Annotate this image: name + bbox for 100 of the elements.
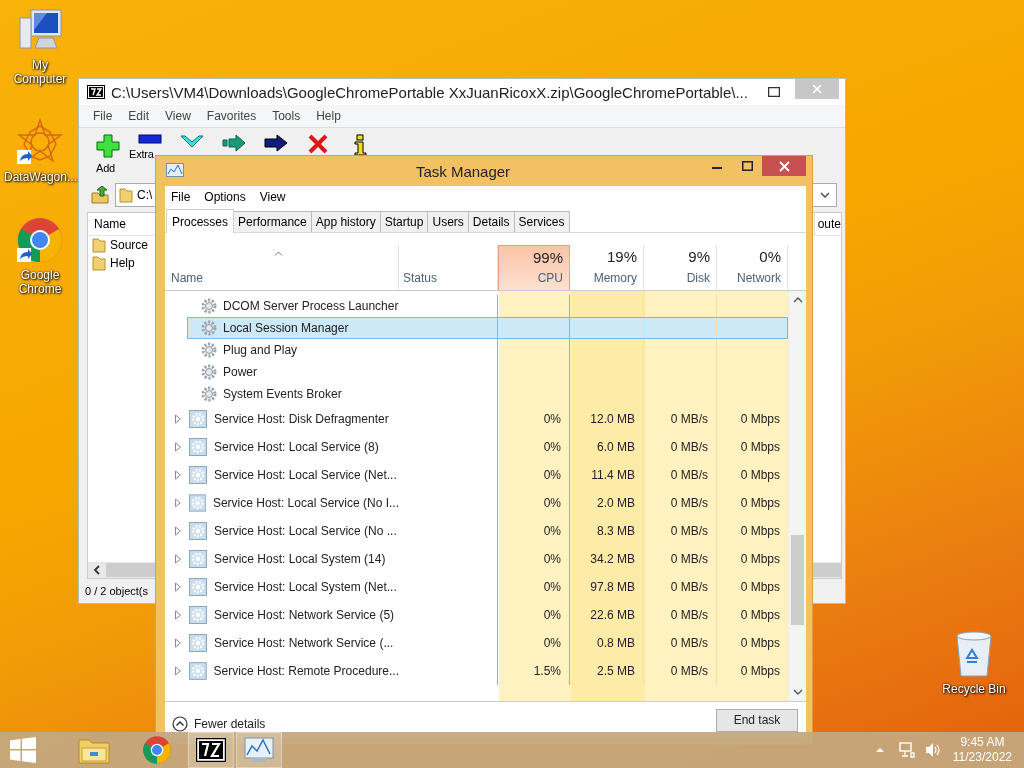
- up-folder-icon[interactable]: [91, 186, 109, 204]
- tab[interactable]: Services: [513, 211, 570, 232]
- gear-icon: [189, 466, 207, 484]
- file-explorer-icon[interactable]: [78, 736, 110, 764]
- expand-arrow-icon[interactable]: [174, 498, 182, 508]
- process-row[interactable]: Service Host: Local System (Net... 0% 97.8 MB 0 MB/s 0 Mbps: [165, 573, 788, 601]
- end-task-button[interactable]: End task: [716, 708, 798, 732]
- expand-arrow-icon[interactable]: [174, 442, 182, 452]
- expand-arrow-icon[interactable]: [174, 414, 182, 424]
- speaker-icon[interactable]: [924, 742, 941, 758]
- menu-item[interactable]: Tools: [272, 109, 301, 123]
- metric-value: 0 MB/s: [670, 440, 708, 454]
- plus-icon[interactable]: [96, 134, 120, 158]
- tab[interactable]: Performance: [233, 211, 312, 232]
- column-header[interactable]: 99% CPU: [498, 245, 570, 290]
- vertical-scrollbar[interactable]: [789, 291, 806, 701]
- metric-value: 0 MB/s: [670, 580, 708, 594]
- menu-item[interactable]: View: [165, 109, 191, 123]
- metric-value: 34.2 MB: [590, 552, 635, 566]
- metric-value: 0 MB/s: [670, 496, 708, 510]
- process-row[interactable]: Service Host: Network Service (5) 0% 22.6 MB 0 MB/s 0 Mbps: [165, 601, 788, 629]
- folder-icon: [92, 237, 106, 253]
- menu-item[interactable]: View: [259, 190, 286, 204]
- sort-caret-icon[interactable]: [274, 251, 283, 256]
- metric-value: 6.0 MB: [597, 440, 635, 454]
- close-button[interactable]: [762, 156, 806, 176]
- process-row[interactable]: Service Host: Local Service (Net... 0% 11.4 MB 0 MB/s 0 Mbps: [165, 461, 788, 489]
- windows-logo-icon[interactable]: [10, 737, 36, 763]
- metric-value: 0%: [543, 580, 561, 594]
- process-row[interactable]: Service Host: Local Service (8) 0% 6.0 MB 0 MB/s 0 Mbps: [165, 433, 788, 461]
- menu-item[interactable]: Options: [204, 190, 246, 204]
- menu-item[interactable]: File: [171, 190, 191, 204]
- maximize-icon[interactable]: [768, 87, 780, 97]
- scrollbar-thumb[interactable]: [791, 535, 804, 625]
- column-header[interactable]: Name: [88, 217, 126, 231]
- process-name: Power: [223, 365, 257, 379]
- column-header[interactable]: 0% Network: [717, 245, 788, 290]
- arrow-icon[interactable]: [264, 134, 288, 152]
- column-header[interactable]: 9% Disk: [644, 245, 717, 290]
- column-header[interactable]: Name: [171, 271, 203, 285]
- expand-arrow-icon[interactable]: [174, 582, 182, 592]
- recycle-bin-icon: [953, 630, 995, 678]
- metric-value: 0%: [543, 468, 561, 482]
- toolbar-label[interactable]: Extra: [129, 148, 154, 160]
- column-header[interactable]: 19% Memory: [570, 245, 644, 290]
- column-header[interactable]: oute: [814, 217, 841, 231]
- expand-arrow-icon[interactable]: [174, 526, 182, 536]
- gear-icon: [200, 363, 218, 381]
- metric-value: 97.8 MB: [590, 580, 635, 594]
- expand-arrow-icon[interactable]: [174, 666, 182, 676]
- menu-item[interactable]: Help: [316, 109, 341, 123]
- tab[interactable]: App history: [310, 211, 381, 232]
- file-name[interactable]: Source: [110, 238, 149, 252]
- minus-icon[interactable]: [138, 134, 162, 144]
- process-row[interactable]: Local Session Manager: [187, 317, 788, 339]
- chrome-icon[interactable]: [142, 735, 172, 765]
- network-icon[interactable]: [898, 742, 915, 758]
- expand-arrow-icon[interactable]: [174, 638, 182, 648]
- toolbar-label[interactable]: Add: [87, 162, 115, 174]
- delete-icon[interactable]: [308, 134, 328, 154]
- metric-value: 0 MB/s: [670, 608, 708, 622]
- process-row[interactable]: Service Host: Local System (14) 0% 34.2 MB 0 MB/s 0 Mbps: [165, 545, 788, 573]
- tab[interactable]: Processes: [166, 209, 235, 233]
- metric-value: 12.0 MB: [590, 412, 635, 426]
- process-row[interactable]: Service Host: Disk Defragmenter 0% 12.0 MB 0 MB/s 0 Mbps: [165, 405, 788, 433]
- process-row[interactable]: Service Host: Local Service (No I... 0% 2.0 MB 0 MB/s 0 Mbps: [165, 489, 788, 517]
- info-icon[interactable]: [353, 134, 367, 156]
- process-name: Service Host: Disk Defragmenter: [214, 412, 389, 426]
- process-row[interactable]: Service Host: Remote Procedure... 1.5% 2.5 MB 0 MB/s 0 Mbps: [165, 657, 788, 685]
- maximize-icon[interactable]: [741, 161, 753, 171]
- process-row[interactable]: Plug and Play: [165, 339, 788, 361]
- process-row[interactable]: Service Host: Network Service (... 0% 0.8 MB 0 MB/s 0 Mbps: [165, 629, 788, 657]
- expand-arrow-icon[interactable]: [174, 554, 182, 564]
- metric-value: 0 Mbps: [740, 524, 780, 538]
- gear-icon: [189, 438, 207, 456]
- column-header[interactable]: Status: [403, 271, 438, 285]
- show-hidden-icons-icon[interactable]: [874, 747, 885, 753]
- gear-icon: [188, 494, 206, 512]
- process-row[interactable]: Power: [165, 361, 788, 383]
- menu-item[interactable]: Favorites: [206, 109, 257, 123]
- archive-app-icon: [87, 85, 105, 99]
- tab[interactable]: Users: [427, 211, 469, 232]
- expand-arrow-icon[interactable]: [174, 610, 182, 620]
- tab[interactable]: Startup: [379, 211, 429, 232]
- scroll-up-icon[interactable]: [792, 297, 803, 303]
- process-row[interactable]: Service Host: Local Service (No ... 0% 8.3 MB 0 MB/s 0 Mbps: [165, 517, 788, 545]
- fewer-details-button[interactable]: Fewer details: [172, 716, 266, 732]
- scroll-down-icon[interactable]: [792, 689, 803, 695]
- process-row[interactable]: System Events Broker: [165, 383, 788, 405]
- process-name: Service Host: Local Service (8): [214, 440, 379, 454]
- tab[interactable]: Details: [467, 211, 515, 232]
- process-name: Service Host: Local Service (No I...: [212, 496, 399, 510]
- expand-arrow-icon[interactable]: [174, 470, 182, 480]
- file-name[interactable]: Help: [110, 256, 135, 270]
- metric-value: 0 MB/s: [670, 468, 708, 482]
- menu-item[interactable]: Edit: [128, 109, 150, 123]
- taskbar-button[interactable]: [188, 732, 234, 768]
- scroll-left-icon[interactable]: [92, 563, 102, 577]
- menu-item[interactable]: File: [93, 109, 113, 123]
- dropdown-caret-icon[interactable]: [820, 192, 830, 198]
